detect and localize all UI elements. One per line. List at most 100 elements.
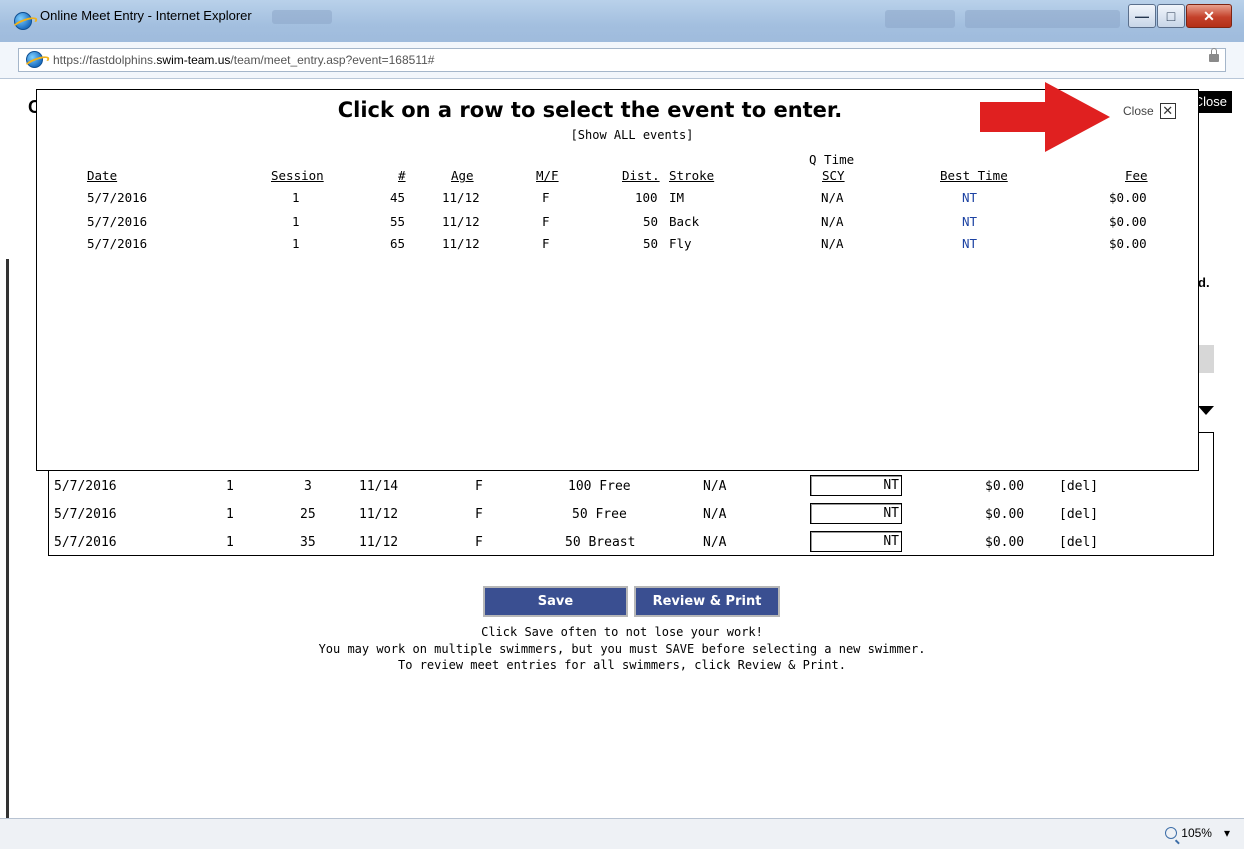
event-fee: $0.00 bbox=[1109, 214, 1147, 229]
background-gray-bar bbox=[1198, 345, 1214, 373]
entry-qualifying-time: N/A bbox=[703, 479, 727, 494]
delete-entry-link[interactable]: [del] bbox=[1059, 535, 1098, 550]
entry-fee: $0.00 bbox=[985, 479, 1025, 494]
event-stroke: IM bbox=[669, 190, 685, 205]
help-line-2: You may work on multiple swimmers, but y… bbox=[318, 642, 926, 656]
entry-row: 5/7/2016 1 25 11/12 F 50 Free N/A NT $0.… bbox=[49, 503, 1213, 527]
entry-gender: F bbox=[475, 535, 483, 550]
event-gender: F bbox=[542, 190, 550, 205]
close-window-button[interactable]: ✕ bbox=[1186, 4, 1232, 28]
entry-event: 100 Free bbox=[568, 479, 631, 494]
entry-time-input[interactable]: NT bbox=[810, 531, 902, 552]
event-stroke: Back bbox=[669, 214, 700, 229]
header-qtime[interactable]: SCY bbox=[822, 168, 845, 183]
header-date[interactable]: Date bbox=[87, 168, 117, 183]
maximize-button[interactable]: □ bbox=[1157, 4, 1185, 28]
header-fee[interactable]: Fee bbox=[1125, 168, 1148, 183]
page-left-border bbox=[6, 259, 9, 818]
entry-gender: F bbox=[475, 479, 483, 494]
blurred-tab-area bbox=[885, 10, 955, 28]
entry-number: 25 bbox=[300, 507, 316, 522]
header-number[interactable]: # bbox=[398, 168, 406, 183]
ie-logo-icon bbox=[14, 12, 32, 30]
background-text-fragment: d. bbox=[1198, 275, 1210, 290]
event-age: 11/12 bbox=[442, 214, 480, 229]
zoom-magnifier-icon bbox=[1165, 827, 1178, 839]
entry-age: 11/14 bbox=[359, 479, 399, 494]
header-qtime-top: Q Time bbox=[809, 152, 855, 167]
event-qualifying-time: N/A bbox=[821, 214, 844, 229]
entry-qualifying-time: N/A bbox=[703, 535, 727, 550]
save-button[interactable]: Save bbox=[483, 586, 628, 617]
event-date: 5/7/2016 bbox=[87, 214, 148, 229]
event-number: 45 bbox=[390, 190, 406, 205]
help-line-3: To review meet entries for all swimmers,… bbox=[398, 658, 846, 672]
event-best-time: NT bbox=[962, 236, 978, 251]
site-favicon-icon bbox=[26, 51, 43, 68]
modal-close-button[interactable]: Close ✕ bbox=[1123, 103, 1176, 119]
event-number: 65 bbox=[390, 236, 406, 251]
event-best-time: NT bbox=[962, 214, 978, 229]
dropdown-arrow-icon[interactable] bbox=[1198, 406, 1214, 415]
event-distance: 100 bbox=[635, 190, 658, 205]
event-date: 5/7/2016 bbox=[87, 236, 148, 251]
entry-row: 5/7/2016 1 35 11/12 F 50 Breast N/A NT $… bbox=[49, 531, 1213, 555]
close-x-icon[interactable]: ✕ bbox=[1159, 103, 1176, 119]
delete-entry-link[interactable]: [del] bbox=[1059, 507, 1098, 522]
entry-session: 1 bbox=[226, 479, 234, 494]
header-session[interactable]: Session bbox=[271, 168, 324, 183]
window-title: Online Meet Entry - Internet Explorer bbox=[40, 8, 252, 23]
zoom-control[interactable]: 105% ▾ bbox=[1165, 826, 1230, 840]
header-gender[interactable]: M/F bbox=[536, 168, 559, 183]
event-distance: 50 bbox=[643, 214, 659, 229]
url-input[interactable]: https://fastdolphins.swim-team.us/team/m… bbox=[18, 48, 1226, 72]
entry-date: 5/7/2016 bbox=[54, 479, 117, 494]
entry-age: 11/12 bbox=[359, 535, 399, 550]
event-session: 1 bbox=[292, 190, 300, 205]
entry-fee: $0.00 bbox=[985, 535, 1025, 550]
zoom-dropdown-icon[interactable]: ▾ bbox=[1224, 826, 1230, 840]
entry-session: 1 bbox=[226, 507, 234, 522]
entry-fee: $0.00 bbox=[985, 507, 1025, 522]
entry-row: 5/7/2016 1 3 11/14 F 100 Free N/A NT $0.… bbox=[49, 475, 1213, 499]
blurred-tab-area-2 bbox=[965, 10, 1120, 28]
event-qualifying-time: N/A bbox=[821, 190, 844, 205]
status-bar: 105% ▾ bbox=[0, 818, 1244, 849]
lock-icon bbox=[1209, 48, 1219, 62]
help-line-1: Click Save often to not lose your work! bbox=[481, 625, 763, 639]
header-distance[interactable]: Dist. bbox=[622, 168, 660, 183]
entry-gender: F bbox=[475, 507, 483, 522]
event-best-time: NT bbox=[962, 190, 978, 205]
event-qualifying-time: N/A bbox=[821, 236, 844, 251]
entry-time-input[interactable]: NT bbox=[810, 503, 902, 524]
entry-date: 5/7/2016 bbox=[54, 507, 117, 522]
event-fee: $0.00 bbox=[1109, 190, 1147, 205]
entry-event: 50 Breast bbox=[565, 535, 636, 550]
entry-date: 5/7/2016 bbox=[54, 535, 117, 550]
blurred-title-area bbox=[272, 10, 332, 24]
event-distance: 50 bbox=[643, 236, 659, 251]
header-age[interactable]: Age bbox=[451, 168, 474, 183]
page-content: O Close d. 5/7/2016 1 3 11/14 F 100 Free… bbox=[0, 79, 1244, 818]
event-number: 55 bbox=[390, 214, 406, 229]
event-age: 11/12 bbox=[442, 190, 480, 205]
event-date: 5/7/2016 bbox=[87, 190, 148, 205]
entry-session: 1 bbox=[226, 535, 234, 550]
minimize-button[interactable]: — bbox=[1128, 4, 1156, 28]
header-stroke[interactable]: Stroke bbox=[669, 168, 714, 183]
modal-close-label[interactable]: Close bbox=[1123, 104, 1154, 118]
event-session: 1 bbox=[292, 236, 300, 251]
event-select-modal: Click on a row to select the event to en… bbox=[36, 82, 1199, 471]
entry-number: 35 bbox=[300, 535, 316, 550]
entry-event: 50 Free bbox=[572, 507, 627, 522]
delete-entry-link[interactable]: [del] bbox=[1059, 479, 1098, 494]
event-fee: $0.00 bbox=[1109, 236, 1147, 251]
entry-number: 3 bbox=[304, 479, 312, 494]
entry-time-input[interactable]: NT bbox=[810, 475, 902, 496]
address-bar: https://fastdolphins.swim-team.us/team/m… bbox=[0, 42, 1244, 79]
url-text: https://fastdolphins.swim-team.us/team/m… bbox=[53, 53, 435, 67]
entry-qualifying-time: N/A bbox=[703, 507, 727, 522]
review-print-button[interactable]: Review & Print bbox=[634, 586, 780, 617]
event-gender: F bbox=[542, 214, 550, 229]
header-best-time[interactable]: Best Time bbox=[940, 168, 1008, 183]
